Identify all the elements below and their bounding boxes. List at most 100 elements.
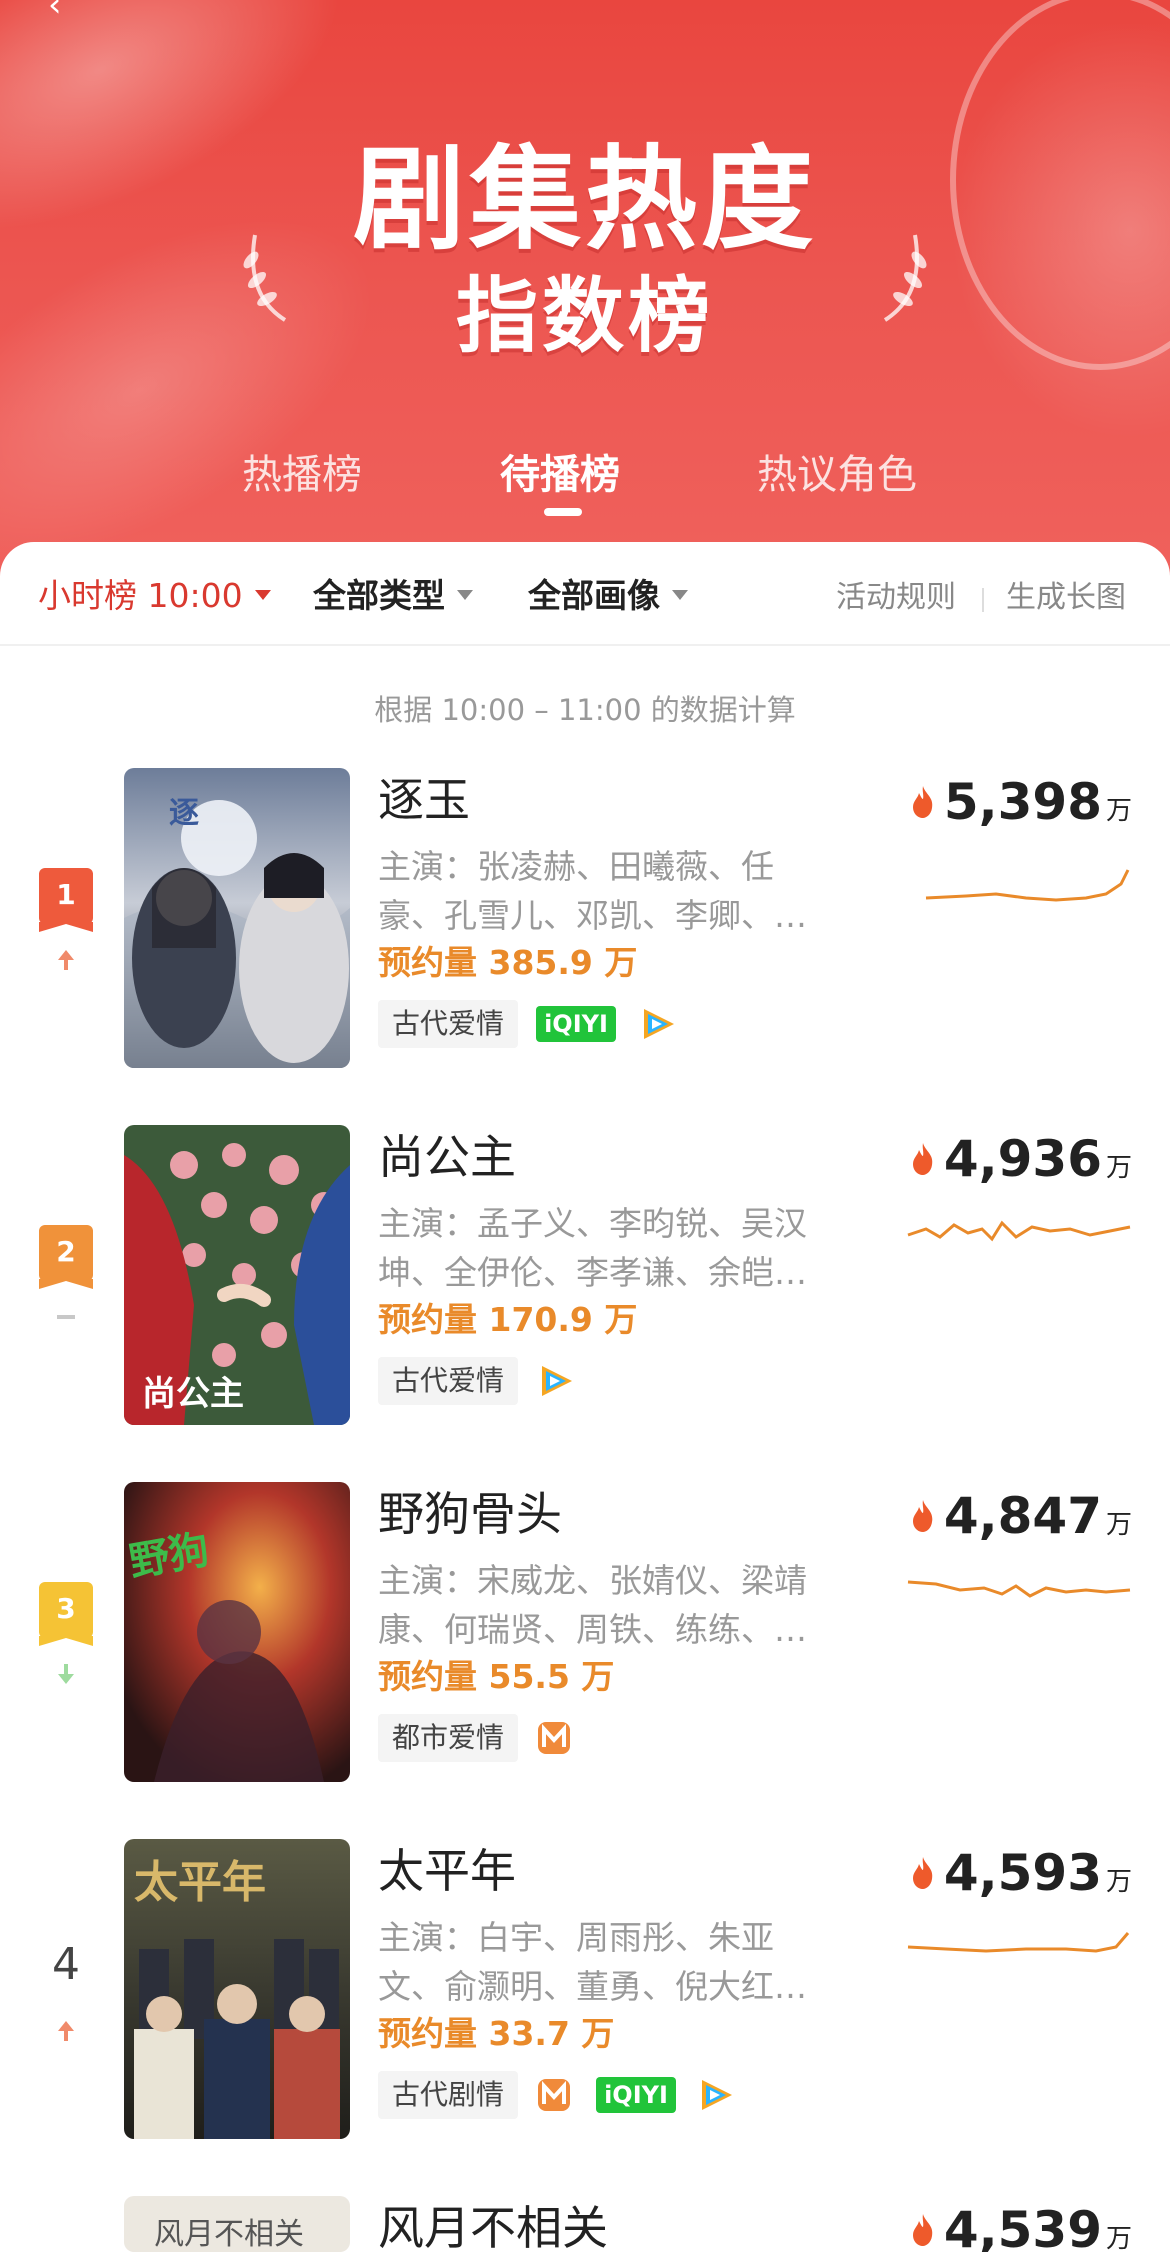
flame-icon	[912, 1500, 933, 1532]
poster-image[interactable]: 风月不相关	[124, 2196, 350, 2252]
heat-score-value: 4,847	[943, 1487, 1102, 1545]
cast-list: 主演：孟子义、李昀锐、吴汉 坤、全伊伦、李孝谦、余皑…	[378, 1199, 808, 1297]
ranking-item[interactable]: 风月不相关 风月不相关 4,539 万	[0, 2196, 1170, 2252]
cast-list: 主演：张凌赫、田曦薇、任 豪、孔雪儿、邓凯、李卿、…	[378, 842, 808, 940]
genre-tag: 都市爱情	[378, 1714, 519, 1762]
filter-bar: 小时榜 10:00 全部类型 全部画像 活动规则 生成长图	[0, 542, 1170, 646]
poster-image[interactable]: 野狗	[124, 1482, 350, 1782]
tencent-video-icon	[644, 1009, 674, 1039]
tencent-video-icon	[542, 1366, 572, 1396]
cast-line: 坤、全伊伦、李孝谦、余皑…	[378, 1253, 807, 1292]
ranking-sheet: 小时榜 10:00 全部类型 全部画像 活动规则 生成长图 根据 10:00 –…	[0, 542, 1170, 2252]
audience-filter-dropdown[interactable]: 全部画像	[528, 574, 688, 618]
page-subtitle: 指数榜	[455, 269, 714, 364]
cast-list: 主演：宋威龙、张婧仪、梁靖 康、何瑞贤、周铁、练练、…	[378, 1556, 808, 1654]
poster-image[interactable]: 尚公主	[124, 1125, 350, 1425]
heat-score-unit: 万	[1105, 2224, 1132, 2252]
mango-tv-icon	[538, 2079, 570, 2111]
heat-score: 4,936 万	[910, 1129, 1132, 1189]
genre-tag: 古代剧情	[378, 2071, 519, 2119]
iqiyi-platform-icon: iQIYI	[596, 2077, 676, 2113]
drama-title[interactable]: 尚公主	[378, 1127, 516, 1187]
ranking-item[interactable]: 3 野狗 野狗骨头 主演：宋威龙、张婧仪、梁靖 康、何瑞贤、周铁、练练、… 预约…	[0, 1482, 1170, 1802]
trend-up-icon	[58, 2021, 74, 2041]
heat-score-unit: 万	[1105, 796, 1132, 826]
trend-flat-icon	[57, 1315, 75, 1319]
hero-banner: ‹ 剧集热度 指数榜 热播榜 待播榜 热议角色	[0, 0, 1170, 600]
chevron-down-icon	[254, 589, 271, 600]
hour-filter-label: 小时榜 10:00	[38, 576, 243, 615]
rules-link[interactable]: 活动规则	[836, 576, 956, 620]
svg-text:风月不相关: 风月不相关	[154, 2217, 304, 2252]
genre-tag: 古代爱情	[378, 1000, 519, 1048]
trend-sparkline	[925, 869, 1130, 902]
tab-hot-playing[interactable]: 热播榜	[242, 450, 362, 500]
tab-hot-roles[interactable]: 热议角色	[757, 450, 917, 500]
cast-line: 康、何瑞贤、周铁、练练、…	[378, 1610, 807, 1649]
flame-icon	[912, 786, 933, 818]
tencent-video-icon	[702, 2080, 732, 2110]
drama-title[interactable]: 野狗骨头	[378, 1484, 562, 1544]
trend-sparkline	[907, 1932, 1130, 1953]
heat-score: 4,847 万	[910, 1486, 1132, 1546]
reservation-count: 预约量 55.5 万	[378, 1657, 615, 1696]
svg-text:尚公主: 尚公主	[142, 1374, 244, 1414]
back-arrow-icon[interactable]: ‹	[48, 0, 78, 22]
svg-text:逐: 逐	[169, 796, 199, 831]
heat-score-unit: 万	[1105, 1153, 1132, 1183]
type-filter-dropdown[interactable]: 全部类型	[313, 574, 473, 618]
heat-score: 4,593 万	[910, 1843, 1132, 1903]
mango-tv-icon	[538, 1722, 570, 1754]
trend-up-icon	[58, 950, 74, 970]
page-title: 剧集热度	[353, 135, 817, 265]
rank-badge: 3	[39, 1582, 93, 1638]
hour-filter-dropdown[interactable]: 小时榜 10:00	[38, 574, 271, 618]
chevron-down-icon	[672, 589, 688, 600]
reservation-count: 预约量 385.9 万	[378, 943, 638, 982]
cast-line: 文、俞灏明、董勇、倪大红…	[378, 1967, 807, 2006]
heat-score-value: 5,398	[943, 773, 1102, 831]
trend-down-icon	[58, 1664, 74, 1684]
cast-line: 主演：宋威龙、张婧仪、梁靖	[378, 1561, 807, 1600]
rank-badge: 2	[39, 1225, 93, 1281]
drama-title[interactable]: 逐玉	[378, 770, 470, 830]
cast-line: 主演：张凌赫、田曦薇、任	[378, 847, 774, 886]
svg-text:太平年: 太平年	[134, 1857, 266, 1908]
trend-sparkline	[907, 1580, 1131, 1598]
cast-line: 主演：孟子义、李昀锐、吴汉	[378, 1204, 807, 1243]
ranking-item[interactable]: 4 太平年 太平年 主演：白宇、周雨彤、朱亚 文、俞灏明、董勇、倪大红… 预约量…	[0, 1839, 1170, 2159]
ranking-item[interactable]: 2 尚公主 尚公主 主演：孟子义、李昀锐、吴汉 坤、全伊伦、李孝谦、余皑… 预约…	[0, 1125, 1170, 1445]
heat-score-value: 4,593	[943, 1844, 1102, 1902]
cast-line: 主演：白宇、周雨彤、朱亚	[378, 1918, 774, 1957]
heat-score-unit: 万	[1105, 1510, 1132, 1540]
heat-score-unit: 万	[1105, 1867, 1132, 1897]
poster-image[interactable]: 太平年	[124, 1839, 350, 2139]
flame-icon	[912, 2214, 933, 2246]
reservation-count: 预约量 33.7 万	[378, 2014, 615, 2053]
cast-list: 主演：白宇、周雨彤、朱亚 文、俞灏明、董勇、倪大红…	[378, 1913, 808, 2011]
heat-score: 4,539 万	[910, 2200, 1132, 2252]
heat-score-value: 4,936	[943, 1130, 1102, 1188]
rank-number: 4	[52, 1939, 80, 1990]
generate-image-link[interactable]: 生成长图	[1006, 576, 1126, 620]
active-tab-indicator	[544, 508, 582, 516]
iqiyi-platform-icon: iQIYI	[536, 1006, 616, 1042]
drama-title[interactable]: 太平年	[378, 1841, 516, 1901]
poster-image[interactable]: 逐	[124, 768, 350, 1068]
ranking-item[interactable]: 1 逐 逐玉 主演：张凌赫、田曦薇、任 豪、孔雪儿、邓凯、李卿、… 预约量 38…	[0, 768, 1170, 1088]
trend-sparkline	[907, 1220, 1131, 1242]
calculation-note: 根据 10:00 – 11:00 的数据计算	[374, 693, 796, 727]
flame-icon	[912, 1857, 933, 1889]
heat-score: 5,398 万	[910, 772, 1132, 832]
type-filter-label: 全部类型	[313, 576, 445, 615]
heat-score-value: 4,539	[943, 2201, 1102, 2252]
tab-upcoming[interactable]: 待播榜	[500, 450, 620, 500]
flame-icon	[912, 1143, 933, 1175]
tab-bar: 热播榜 待播榜 热议角色	[0, 450, 1170, 520]
reservation-count: 预约量 170.9 万	[378, 1300, 638, 1339]
genre-tag: 古代爱情	[378, 1357, 519, 1405]
divider	[982, 588, 984, 612]
rank-badge: 1	[39, 868, 93, 924]
cast-line: 豪、孔雪儿、邓凯、李卿、…	[378, 896, 807, 935]
drama-title[interactable]: 风月不相关	[378, 2198, 608, 2252]
